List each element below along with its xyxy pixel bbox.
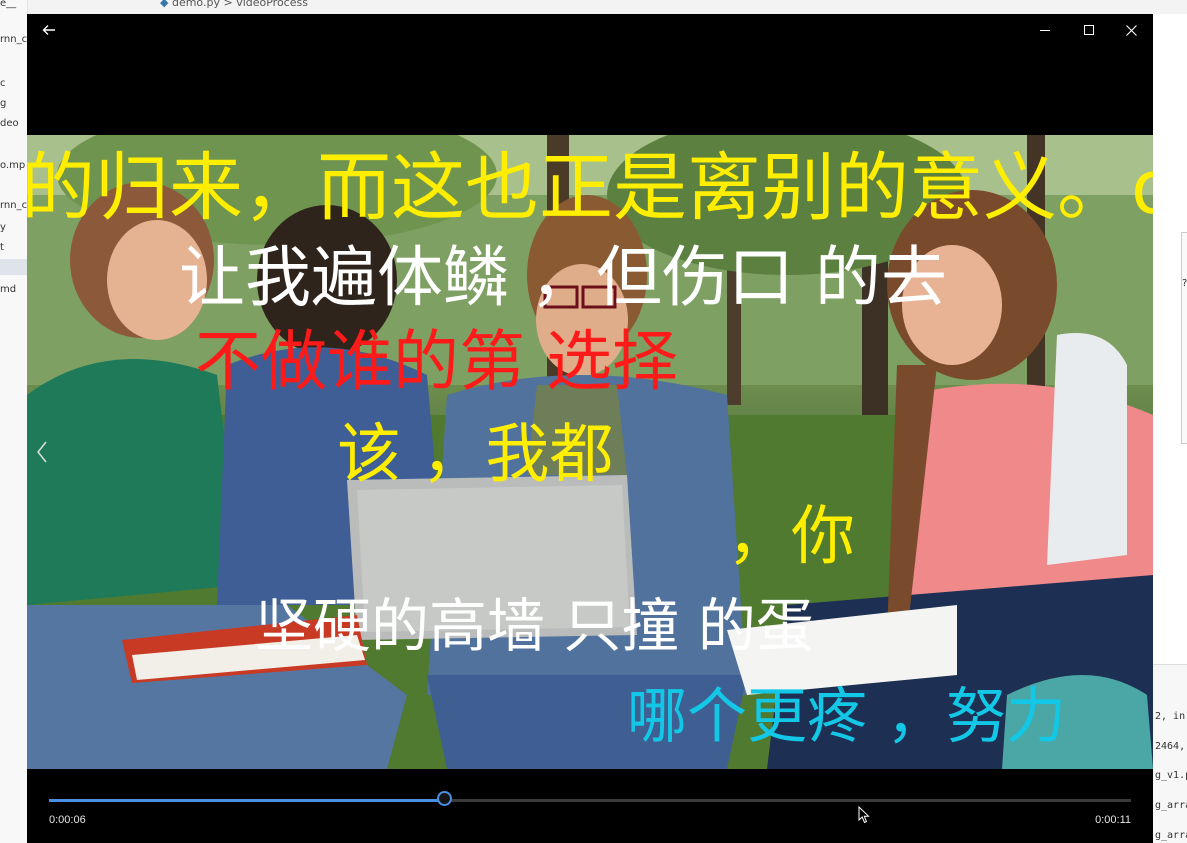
- ide-file-explorer: e__ rnn_c c g deo o.mp rnn_c y t md: [0, 0, 28, 843]
- panel-glyph: ?: [1182, 278, 1187, 289]
- subtitle-line-2: 让我遍体鳞 ，但伤口 的去: [179, 239, 947, 316]
- ide-right-pane: ? 2, in 2464, g_v1.p g_arra g_arra: [1153, 14, 1187, 843]
- chevron-left-icon: [37, 441, 47, 463]
- minimize-icon: [1040, 30, 1050, 31]
- media-player-window: 的归来，而这也正是离别的意义。o 让我遍体鳞 ，但伤口 的去 不做谁的第 选择 …: [27, 14, 1153, 843]
- close-icon: [1125, 24, 1137, 36]
- video-frame[interactable]: 的归来，而这也正是离别的意义。o 让我遍体鳞 ，但伤口 的去 不做谁的第 选择 …: [27, 135, 1153, 769]
- file-item[interactable]: rnn_c: [0, 34, 27, 45]
- breadcrumb-file[interactable]: demo.py: [172, 0, 220, 9]
- subtitle-line-3: 不做谁的第 选择: [195, 323, 678, 400]
- seek-bar[interactable]: [49, 791, 1131, 806]
- editor-breadcrumb[interactable]: ◆ demo.py > videoProcess: [160, 0, 308, 10]
- seek-bar-progress: [49, 799, 445, 802]
- python-file-icon: ◆: [160, 0, 172, 9]
- maximize-icon: [1084, 25, 1094, 35]
- maximize-button[interactable]: [1067, 14, 1111, 46]
- file-item[interactable]: deo: [0, 118, 19, 129]
- subtitle-line-4: 该 ，我都: [337, 418, 614, 492]
- seek-thumb[interactable]: [437, 791, 452, 806]
- breadcrumb-symbol[interactable]: videoProcess: [236, 0, 308, 9]
- terminal-line: g_arra: [1155, 830, 1187, 841]
- terminal-panel: [1153, 664, 1187, 843]
- file-item[interactable]: md: [0, 284, 16, 295]
- current-time: 0:00:06: [49, 814, 86, 826]
- terminal-line: g_v1.p: [1155, 770, 1187, 781]
- previous-button[interactable]: [29, 432, 55, 472]
- close-button[interactable]: [1109, 14, 1153, 46]
- terminal-line: 2, in: [1155, 711, 1186, 722]
- subtitle-line-1: 的归来，而这也正是离别的意义。o: [27, 145, 1153, 231]
- terminal-line: g_arra: [1155, 800, 1187, 811]
- file-item[interactable]: t: [0, 242, 4, 253]
- file-item[interactable]: rnn_c: [0, 200, 27, 211]
- back-button[interactable]: [27, 14, 71, 46]
- breadcrumb-separator: >: [223, 0, 233, 9]
- file-item[interactable]: o.mp: [0, 160, 25, 171]
- file-item[interactable]: g: [0, 98, 6, 109]
- file-item[interactable]: c: [0, 78, 6, 89]
- playback-controls: 0:00:06 0:00:11: [27, 769, 1153, 843]
- terminal-line: 2464,: [1155, 741, 1186, 752]
- side-panel: [1181, 232, 1187, 444]
- subtitle-line-6: 坚硬的高墙 只撞 的蛋: [255, 592, 814, 660]
- title-bar: [27, 14, 1153, 46]
- mouse-cursor-icon: [858, 806, 870, 824]
- subtitle-line-7: 哪个更疼 ，努力: [627, 682, 1067, 752]
- minimize-button[interactable]: [1023, 14, 1067, 46]
- arrow-left-icon: [42, 25, 55, 35]
- subtitle-line-5: ，你: [727, 500, 855, 574]
- file-item[interactable]: e__: [0, 0, 16, 9]
- file-item-selected[interactable]: [0, 259, 27, 275]
- file-item[interactable]: y: [0, 222, 6, 233]
- total-time: 0:00:11: [1095, 814, 1131, 826]
